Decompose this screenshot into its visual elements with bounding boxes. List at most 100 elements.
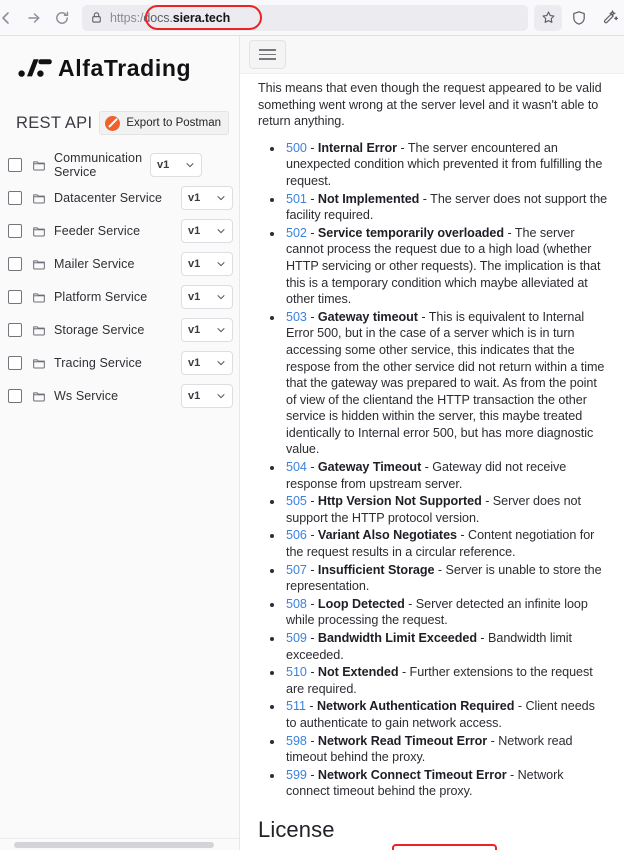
forward-button[interactable] — [20, 4, 48, 32]
status-code-item: 507 - Insufficient Storage - Server is u… — [284, 562, 608, 595]
status-code-number[interactable]: 503 — [286, 310, 307, 324]
service-checkbox[interactable] — [8, 289, 22, 304]
service-row[interactable]: Communication Service v1 — [0, 148, 239, 181]
status-code-number[interactable]: 509 — [286, 631, 307, 645]
service-name: Platform Service — [54, 289, 148, 304]
chevron-down-icon — [216, 226, 226, 236]
status-code-item: 598 - Network Read Timeout Error - Netwo… — [284, 733, 608, 766]
service-checkbox[interactable] — [8, 157, 22, 172]
status-code-number[interactable]: 510 — [286, 665, 307, 679]
service-version-select[interactable]: v1 — [150, 152, 202, 177]
service-version-select[interactable]: v1 — [181, 317, 233, 342]
service-row[interactable]: Mailer Service v1 — [0, 247, 239, 280]
status-code-name: Not Extended — [317, 665, 399, 680]
cleanup-sparkle-icon[interactable] — [594, 3, 624, 33]
copyright-line: Copyright (c) 2017-2020 Sobix Group LLC — [258, 843, 498, 850]
bookmark-star-icon[interactable] — [534, 4, 562, 31]
status-code-name: Loop Detected — [317, 596, 405, 611]
url-subdomain: docs. — [143, 10, 173, 25]
service-row[interactable]: Datacenter Service v1 — [0, 181, 239, 214]
status-code-name: Insufficient Storage — [317, 562, 435, 577]
chevron-down-icon — [216, 259, 226, 269]
status-code-name: Service temporarily overloaded — [317, 225, 505, 240]
status-code-number[interactable]: 505 — [286, 494, 307, 508]
folder-icon — [32, 290, 46, 304]
brand-logo[interactable]: AlfaTrading — [0, 36, 239, 86]
page-body: AlfaTrading REST API Export to Postman C… — [0, 36, 624, 850]
folder-icon — [32, 389, 46, 403]
service-checkbox[interactable] — [8, 355, 22, 370]
status-code-number[interactable]: 504 — [286, 460, 307, 474]
service-row[interactable]: Feeder Service v1 — [0, 214, 239, 247]
status-code-number[interactable]: 506 — [286, 528, 307, 542]
status-code-name: Network Read Timeout Error — [317, 733, 488, 748]
service-checkbox[interactable] — [8, 322, 22, 337]
hamburger-menu-icon[interactable] — [249, 40, 286, 69]
status-code-number[interactable]: 598 — [286, 734, 307, 748]
service-name: Storage Service — [54, 322, 145, 337]
service-checkbox[interactable] — [8, 223, 22, 238]
sidebar-scroll-thumb[interactable] — [14, 842, 214, 848]
content-topbar — [240, 36, 624, 74]
service-version-select[interactable]: v1 — [181, 350, 233, 375]
status-code-name: Network Authentication Required — [316, 699, 515, 714]
service-version-value: v1 — [188, 224, 201, 237]
status-code-number[interactable]: 507 — [286, 563, 307, 577]
export-to-postman-button[interactable]: Export to Postman — [99, 111, 229, 135]
folder-icon — [32, 257, 46, 271]
status-code-number[interactable]: 500 — [286, 141, 307, 155]
service-version-select[interactable]: v1 — [181, 218, 233, 243]
export-to-postman-label: Export to Postman — [126, 117, 221, 129]
copyright-owner-highlight: Sobix Group LLC — [392, 843, 498, 850]
status-code-number[interactable]: 599 — [286, 768, 307, 782]
service-row[interactable]: Platform Service v1 — [0, 280, 239, 313]
chevron-down-icon — [216, 325, 226, 335]
hamburger-line — [259, 58, 276, 60]
service-row[interactable]: Storage Service v1 — [0, 313, 239, 346]
folder-icon — [32, 356, 46, 370]
folder-icon — [32, 191, 46, 205]
status-code-name: Gateway Timeout — [317, 460, 422, 475]
browser-toolbar: https:/docs.siera.tech — [0, 0, 624, 36]
intro-clipped-line: This means that even though the request … — [258, 81, 602, 95]
status-code-number[interactable]: 508 — [286, 597, 307, 611]
chevron-down-icon — [216, 193, 226, 203]
service-name: Ws Service — [54, 388, 119, 403]
service-version-select[interactable]: v1 — [181, 185, 233, 210]
service-checkbox[interactable] — [8, 388, 22, 403]
status-code-item: 508 - Loop Detected - Server detected an… — [284, 596, 608, 629]
license-heading: License — [258, 816, 335, 842]
url-scheme: https:/ — [110, 10, 144, 25]
status-code-number[interactable]: 502 — [286, 226, 307, 240]
service-version-select[interactable]: v1 — [181, 383, 233, 408]
status-code-item: 511 - Network Authentication Required - … — [284, 698, 608, 731]
intro-paragraph: This means that even though the request … — [258, 80, 608, 130]
status-code-item: 504 - Gateway Timeout - Gateway did not … — [284, 459, 608, 492]
reload-button[interactable] — [48, 4, 76, 32]
sidebar-horizontal-scrollbar[interactable] — [0, 838, 239, 850]
service-checkbox[interactable] — [8, 256, 22, 271]
status-code-number[interactable]: 511 — [286, 699, 306, 713]
url-bar[interactable]: https:/docs.siera.tech — [82, 4, 528, 31]
service-version-select[interactable]: v1 — [181, 284, 233, 309]
service-version-value: v1 — [188, 257, 201, 270]
status-code-number[interactable]: 501 — [286, 192, 307, 206]
status-code-name: Bandwidth Limit Exceeded — [317, 631, 477, 645]
back-button[interactable] — [0, 4, 20, 32]
status-code-item: 599 - Network Connect Timeout Error - Ne… — [284, 767, 608, 800]
chevron-down-icon — [216, 292, 226, 302]
service-name: Mailer Service — [54, 256, 135, 271]
documentation-body: This means that even though the request … — [240, 74, 624, 850]
shield-icon[interactable] — [564, 3, 594, 33]
alfatrading-logo-icon — [18, 59, 52, 77]
service-checkbox[interactable] — [8, 190, 22, 205]
status-code-item: 502 - Service temporarily overloaded - T… — [284, 225, 608, 308]
chevron-down-icon — [216, 391, 226, 401]
status-code-name: Internal Error — [317, 140, 398, 155]
service-row[interactable]: Tracing Service v1 — [0, 346, 239, 379]
service-row[interactable]: Ws Service v1 — [0, 379, 239, 412]
status-code-description: This is equivalent to Internal Error 500… — [286, 309, 605, 457]
service-version-select[interactable]: v1 — [181, 251, 233, 276]
intro-rest: something went wrong at the server level… — [258, 97, 599, 129]
folder-icon — [32, 323, 46, 337]
